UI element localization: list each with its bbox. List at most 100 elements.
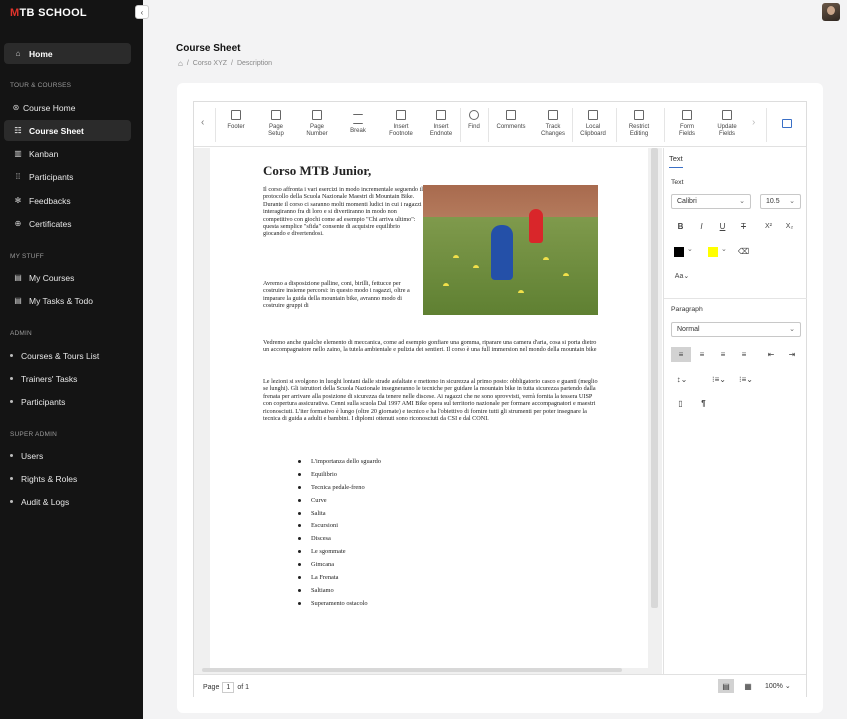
- document-canvas[interactable]: Corso MTB Junior, Il corso affronta i va…: [194, 148, 662, 674]
- paragraph-settings-icon[interactable]: ▯: [672, 396, 689, 411]
- bullet-list-button[interactable]: ⁝≡⌄: [707, 372, 731, 387]
- subscript-button[interactable]: X₂: [781, 219, 798, 234]
- justify-button[interactable]: ≡: [734, 347, 754, 362]
- sidebar-item-home[interactable]: ⌂ Home: [4, 43, 131, 64]
- bullet-icon: [10, 354, 13, 357]
- tasks-icon: ▤: [14, 296, 22, 305]
- home-icon: ⌂: [15, 49, 21, 58]
- bullet-icon: [10, 377, 13, 380]
- properties-pane-toggle-icon[interactable]: [782, 119, 792, 128]
- toolbar-local-clipboard[interactable]: Local Clipboard: [576, 110, 610, 138]
- form-fields-icon: [682, 110, 692, 120]
- sidebar-item-feedbacks[interactable]: ✻ Feedbacks: [4, 190, 131, 211]
- sidebar-collapse-button[interactable]: ‹: [135, 5, 149, 19]
- align-center-button[interactable]: ≡: [692, 347, 712, 362]
- toolbar-find[interactable]: Find: [464, 110, 484, 131]
- increase-indent-button[interactable]: ⇥: [782, 347, 802, 362]
- my-courses-icon: ▤: [14, 273, 22, 282]
- list-item: Equilibrio: [298, 471, 381, 484]
- avatar[interactable]: [822, 3, 840, 21]
- sidebar-item-courses-tours-list[interactable]: Courses & Tours List: [4, 345, 131, 366]
- align-right-button[interactable]: ≡: [713, 347, 733, 362]
- list-item: Gimcana: [298, 561, 381, 574]
- list-item: Salita: [298, 510, 381, 523]
- chevron-left-icon[interactable]: ‹: [201, 117, 204, 128]
- toolbar-track-changes[interactable]: Track Changes: [538, 110, 568, 138]
- kanban-icon: ▥: [14, 149, 22, 158]
- chevron-down-icon: ⌄: [784, 683, 791, 690]
- list-item: Escursioni: [298, 522, 381, 535]
- sidebar-item-course-home[interactable]: ⊛ Course Home: [4, 97, 131, 118]
- certificates-icon: ⊕: [14, 219, 22, 228]
- page-number-input[interactable]: 1: [222, 682, 235, 693]
- vertical-scrollbar[interactable]: [651, 148, 658, 608]
- chevron-right-icon[interactable]: ›: [752, 117, 755, 128]
- sidebar-item-participants[interactable]: ⁞⁞ Participants: [4, 166, 131, 187]
- align-left-button[interactable]: ≡: [671, 347, 691, 362]
- superscript-button[interactable]: X²: [760, 219, 777, 234]
- show-formatting-icon[interactable]: ¶: [695, 396, 712, 411]
- list-item: Superamento ostacolo: [298, 600, 381, 613]
- bullet-icon: [10, 500, 13, 503]
- breadcrumb-item[interactable]: Corso XYZ: [193, 60, 227, 67]
- page-setup-icon: [271, 110, 281, 120]
- sidebar-item-course-sheet[interactable]: ☷ Course Sheet: [4, 120, 131, 141]
- toolbar-break[interactable]: Break: [346, 114, 370, 135]
- toolbar-page-setup[interactable]: Page Setup: [264, 110, 288, 138]
- search-icon: [469, 110, 479, 120]
- section-my-stuff: MY STUFF: [10, 253, 44, 260]
- lock-icon: [634, 110, 644, 120]
- decrease-indent-button[interactable]: ⇤: [761, 347, 781, 362]
- numbered-list-button[interactable]: ⁝≡⌄: [734, 372, 758, 387]
- paragraph-style-select[interactable]: Normal ⌄: [671, 322, 801, 337]
- list-item: La Frenata: [298, 574, 381, 587]
- line-spacing-button[interactable]: ↕⌄: [671, 372, 693, 387]
- tab-text[interactable]: Text: [669, 154, 683, 168]
- breadcrumb: ⌂ / Corso XYZ / Description: [178, 59, 272, 68]
- toolbar-insert-footnote[interactable]: Insert Footnote: [386, 110, 416, 138]
- course-photo[interactable]: [423, 185, 598, 315]
- sidebar-item-certificates[interactable]: ⊕ Certificates: [4, 213, 131, 234]
- underline-button[interactable]: U: [714, 219, 731, 234]
- highlight-color-swatch[interactable]: [708, 247, 718, 257]
- zoom-select[interactable]: 100% ⌄: [765, 682, 791, 690]
- font-size-select[interactable]: 10.5 ⌄: [760, 194, 801, 209]
- sidebar: MTB SCHOOL ⌂ Home TOUR & COURSES ⊛ Course …: [0, 0, 143, 719]
- clipboard-icon: [588, 110, 598, 120]
- toolbar-comments[interactable]: Comments: [494, 110, 528, 131]
- change-case-button[interactable]: Aa⌄: [672, 268, 692, 283]
- clear-formatting-icon[interactable]: ⌫: [735, 244, 752, 259]
- sidebar-item-my-tasks[interactable]: ▤ My Tasks & Todo: [4, 290, 131, 311]
- breadcrumb-item[interactable]: Description: [237, 60, 272, 67]
- italic-button[interactable]: I: [693, 219, 710, 234]
- bold-button[interactable]: B: [672, 219, 689, 234]
- toolbar-page-number[interactable]: Page Number: [302, 110, 332, 138]
- bullet-icon: [10, 400, 13, 403]
- toolbar-footer[interactable]: Footer: [224, 110, 248, 131]
- chevron-down-icon[interactable]: ⌄: [721, 245, 727, 253]
- strikethrough-button[interactable]: T: [735, 219, 752, 234]
- home-icon[interactable]: ⌂: [178, 59, 183, 68]
- sidebar-item-admin-participants[interactable]: Participants: [4, 391, 131, 412]
- document-page[interactable]: Corso MTB Junior, Il corso affronta i va…: [210, 148, 648, 668]
- sidebar-item-kanban[interactable]: ▥ Kanban: [4, 143, 131, 164]
- sidebar-item-trainers-tasks[interactable]: Trainers' Tasks: [4, 368, 131, 389]
- toolbar-form-fields[interactable]: Form Fields: [672, 110, 702, 138]
- toolbar-insert-endnote[interactable]: Insert Endnote: [426, 110, 456, 138]
- horizontal-scrollbar[interactable]: [202, 668, 622, 672]
- sidebar-item-rights-roles[interactable]: Rights & Roles: [4, 468, 131, 489]
- footnote-icon: [396, 110, 406, 120]
- app-logo[interactable]: MTB SCHOOL: [10, 7, 87, 19]
- chevron-down-icon[interactable]: ⌄: [687, 245, 693, 253]
- font-color-swatch[interactable]: [674, 247, 684, 257]
- font-family-select[interactable]: Calibri ⌄: [671, 194, 751, 209]
- properties-pane: Text Text Calibri ⌄ 10.5 ⌄ B I U T X² X₂ ⌄…: [663, 148, 807, 674]
- feedbacks-icon: ✻: [14, 196, 22, 205]
- toolbar-restrict-editing[interactable]: Restrict Editing: [622, 110, 656, 138]
- web-layout-icon[interactable]: ▦: [740, 679, 756, 693]
- print-layout-icon[interactable]: ▤: [718, 679, 734, 693]
- sidebar-item-users[interactable]: Users: [4, 445, 131, 466]
- sidebar-item-my-courses[interactable]: ▤ My Courses: [4, 267, 131, 288]
- toolbar-update-fields[interactable]: Update Fields: [712, 110, 742, 138]
- sidebar-item-audit-logs[interactable]: Audit & Logs: [4, 491, 131, 512]
